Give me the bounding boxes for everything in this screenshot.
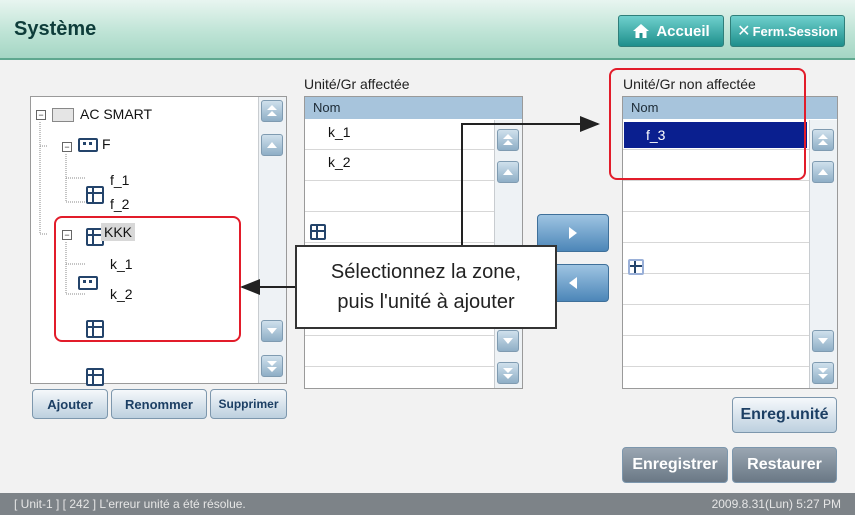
save-unit-button[interactable]: Enreg.unité — [732, 397, 837, 433]
status-message: [ Unit-1 ] [ 242 ] L'erreur unité a été … — [14, 497, 246, 511]
status-bar: [ Unit-1 ] [ 242 ] L'erreur unité a été … — [0, 493, 855, 515]
restore-button[interactable]: Restaurer — [732, 447, 837, 483]
callout-line-2: puis l'unité à ajouter — [337, 291, 515, 313]
save-button[interactable]: Enregistrer — [622, 447, 728, 483]
status-datetime: 2009.8.31(Lun) 5:27 PM — [711, 497, 841, 511]
callout-line-1: Sélectionnez la zone, — [330, 261, 522, 283]
instruction-callout: Sélectionnez la zone, puis l'unité à ajo… — [295, 245, 557, 329]
